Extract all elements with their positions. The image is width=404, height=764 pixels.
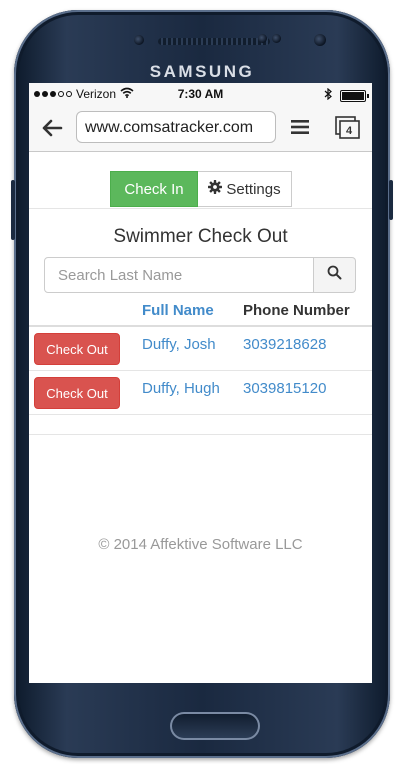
phone-screen: Verizon 7:30 AM www.comsatracker.com 4 C…	[29, 83, 372, 683]
back-arrow-icon[interactable]	[41, 117, 63, 139]
search-button[interactable]	[314, 257, 356, 293]
check-out-button[interactable]: Check Out	[34, 377, 120, 409]
power-button	[389, 180, 393, 220]
settings-button[interactable]: Settings	[198, 171, 292, 207]
earpiece-speaker	[158, 38, 270, 45]
footer-copyright: © 2014 Affektive Software LLC	[98, 536, 303, 553]
browser-toolbar: www.comsatracker.com 4	[29, 105, 372, 152]
swimmer-name-link[interactable]: Duffy, Hugh	[142, 380, 220, 397]
search-icon	[327, 265, 342, 285]
volume-button	[11, 180, 15, 240]
check-out-button[interactable]: Check Out	[34, 333, 120, 365]
column-header-full-name[interactable]: Full Name	[142, 302, 214, 319]
swimmer-name-link[interactable]: Duffy, Josh	[142, 336, 216, 353]
menu-icon[interactable]	[291, 119, 309, 135]
address-bar[interactable]: www.comsatracker.com	[76, 111, 276, 143]
search-input[interactable]	[44, 257, 314, 293]
check-in-button[interactable]: Check In	[110, 171, 198, 207]
row-divider	[29, 414, 372, 415]
light-sensor	[258, 34, 267, 43]
sensor-dot	[272, 34, 281, 43]
bluetooth-icon	[324, 87, 332, 103]
status-bar: Verizon 7:30 AM	[29, 83, 372, 105]
tab-count: 4	[346, 125, 353, 137]
nav-button-group: Check In Settings	[110, 171, 292, 207]
brand-logo: SAMSUNG	[149, 62, 255, 81]
column-header-phone-number: Phone Number	[243, 302, 350, 319]
search-group	[44, 257, 356, 293]
phone-number-link[interactable]: 3039815120	[243, 380, 326, 397]
table-row: Check Out Duffy, Josh 3039218628	[29, 327, 372, 371]
battery-icon	[340, 89, 369, 102]
content-divider	[29, 434, 372, 435]
section-divider	[29, 208, 372, 209]
gear-icon	[208, 180, 223, 198]
status-time: 7:30 AM	[177, 87, 224, 101]
home-button[interactable]	[170, 712, 260, 740]
front-camera	[314, 34, 326, 46]
tabs-icon[interactable]: 4	[335, 116, 361, 140]
proximity-sensor	[134, 35, 144, 45]
table-row: Check Out Duffy, Hugh 3039815120	[29, 371, 372, 415]
settings-label: Settings	[226, 180, 281, 198]
phone-number-link[interactable]: 3039218628	[243, 336, 326, 353]
page-title: Swimmer Check Out	[113, 226, 288, 247]
